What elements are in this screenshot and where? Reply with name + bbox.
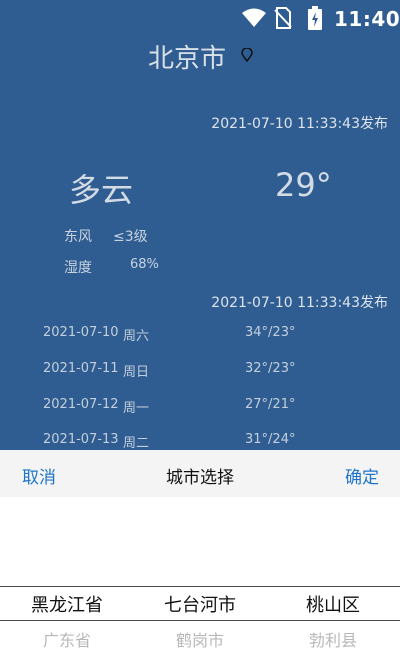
forecast-date: 2021-07-13 [43, 432, 119, 447]
forecast-weekday: 周一 [123, 401, 150, 416]
forecast-date: 2021-07-11 [43, 361, 119, 376]
forecast-temp-range: 32°/23° [245, 361, 296, 376]
province-wheel-selected[interactable]: 黑龙江省 [0, 591, 134, 617]
weather-condition: 多云 [69, 171, 134, 209]
confirm-button[interactable]: 确定 [345, 463, 379, 488]
district-wheel-selected[interactable]: 桃山区 [266, 591, 400, 617]
city-wheel-selected[interactable]: 七台河市 [133, 591, 267, 617]
forecast-publish-time: 2021-07-10 11:33:43发布 [211, 295, 388, 311]
location-pin-icon[interactable] [241, 47, 253, 66]
humidity-value: 68% [130, 257, 159, 272]
wind-value: ≤3级 [113, 229, 148, 245]
humidity-label: 湿度 [64, 260, 92, 276]
city-name[interactable]: 北京市 [148, 38, 226, 75]
district-wheel-option[interactable]: 勃利县 [266, 627, 400, 651]
forecast-row: 2021-07-11 周日 32°/23° [43, 361, 363, 381]
forecast-row: 2021-07-12 周一 27°/21° [43, 397, 363, 417]
forecast-row: 2021-07-13 周二 31°/24° [43, 432, 363, 452]
cancel-button[interactable]: 取消 [22, 463, 56, 488]
picker-selection-bottom-divider [0, 620, 400, 621]
city-wheel-option[interactable]: 鹤岗市 [133, 627, 267, 651]
forecast-row: 2021-07-10 周六 34°/23° [43, 325, 363, 345]
forecast-temp-range: 34°/23° [245, 325, 296, 340]
forecast-temp-range: 27°/21° [245, 397, 296, 412]
city-picker-sheet: 城市选择 取消 确定 黑龙江省 七台河市 桃山区 广东省 鹤岗市 勃利县 [0, 450, 400, 660]
picker-selection-top-divider [0, 586, 400, 587]
publish-time: 2021-07-10 11:33:43发布 [211, 116, 388, 132]
weather-panel: 北京市 2021-07-10 11:33:43发布 多云 29° 东风 ≤3级 … [0, 0, 400, 452]
wind-label: 东风 [64, 229, 92, 245]
forecast-weekday: 周六 [123, 329, 150, 344]
forecast-date: 2021-07-12 [43, 397, 119, 412]
forecast-date: 2021-07-10 [43, 325, 119, 340]
forecast-weekday: 周二 [123, 436, 150, 451]
picker-header: 城市选择 取消 确定 [0, 450, 400, 497]
forecast-weekday: 周日 [123, 365, 150, 380]
picker-title: 城市选择 [166, 468, 234, 488]
forecast-temp-range: 31°/24° [245, 432, 296, 447]
current-temperature: 29° [275, 166, 332, 204]
province-wheel-option[interactable]: 广东省 [0, 627, 134, 651]
